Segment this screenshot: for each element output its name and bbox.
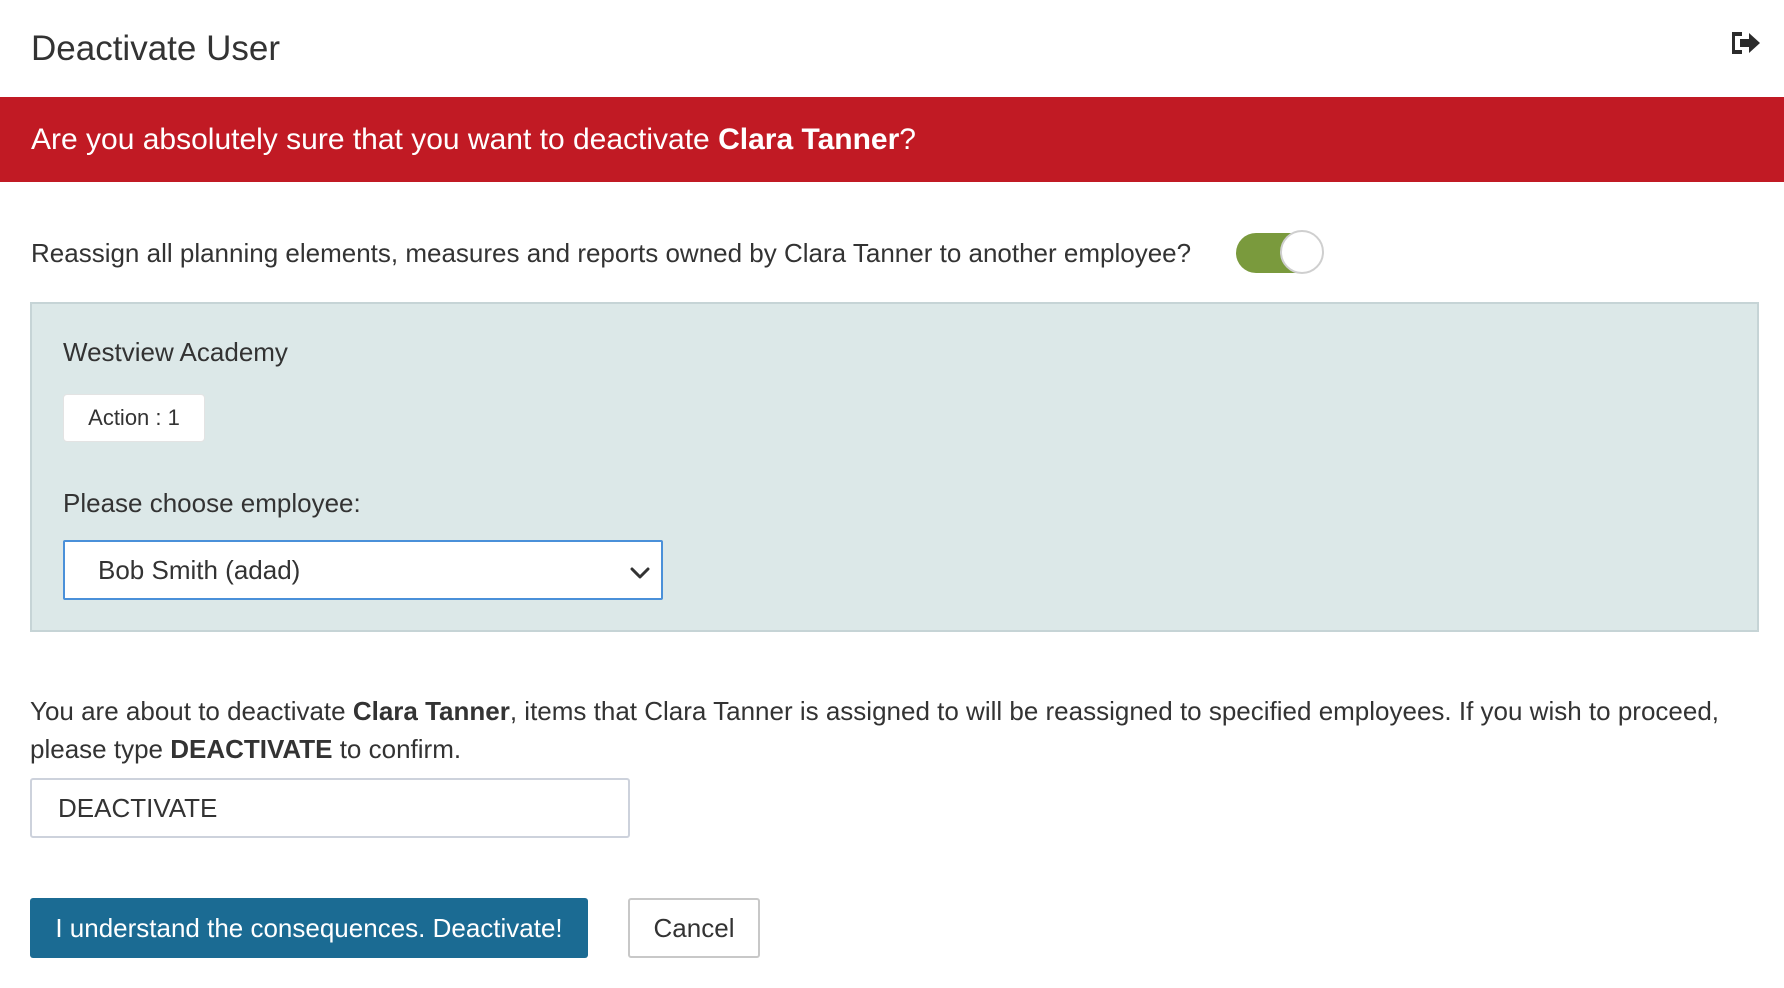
action-count-badge: Action : 1 bbox=[63, 394, 205, 442]
warning-text-prefix: Are you absolutely sure that you want to… bbox=[31, 122, 710, 156]
reassign-question: Reassign all planning elements, measures… bbox=[31, 237, 1192, 268]
sign-out-icon[interactable] bbox=[1728, 26, 1762, 60]
reassign-toggle[interactable] bbox=[1236, 229, 1326, 275]
chevron-down-icon bbox=[629, 560, 651, 582]
confirm-user-name: Clara Tanner bbox=[352, 696, 510, 726]
warning-banner: Are you absolutely sure that you want to… bbox=[0, 97, 1784, 182]
confirm-input[interactable] bbox=[30, 778, 630, 838]
confirm-text-1: You are about to deactivate bbox=[30, 696, 353, 726]
choose-employee-label: Please choose employee: bbox=[63, 488, 361, 518]
school-name: Westview Academy bbox=[63, 337, 288, 367]
reassign-panel: Westview Academy Action : 1 Please choos… bbox=[30, 302, 1759, 632]
confirm-text-3: to confirm. bbox=[332, 734, 462, 764]
warning-user-name: Clara Tanner bbox=[718, 122, 900, 156]
cancel-button[interactable]: Cancel bbox=[628, 898, 760, 958]
modal-header: Deactivate User bbox=[0, 0, 1784, 97]
warning-text-suffix: ? bbox=[899, 122, 916, 156]
confirm-keyword: DEACTIVATE bbox=[170, 734, 333, 764]
reassign-row: Reassign all planning elements, measures… bbox=[31, 231, 1191, 275]
modal-title: Deactivate User bbox=[31, 28, 280, 68]
deactivate-button[interactable]: I understand the consequences. Deactivat… bbox=[30, 898, 588, 958]
employee-select-value: Bob Smith (adad) bbox=[98, 554, 301, 585]
employee-select[interactable]: Bob Smith (adad) bbox=[63, 540, 663, 600]
toggle-knob bbox=[1280, 230, 1324, 274]
confirm-instructions: You are about to deactivate Clara Tanner… bbox=[30, 692, 1760, 768]
